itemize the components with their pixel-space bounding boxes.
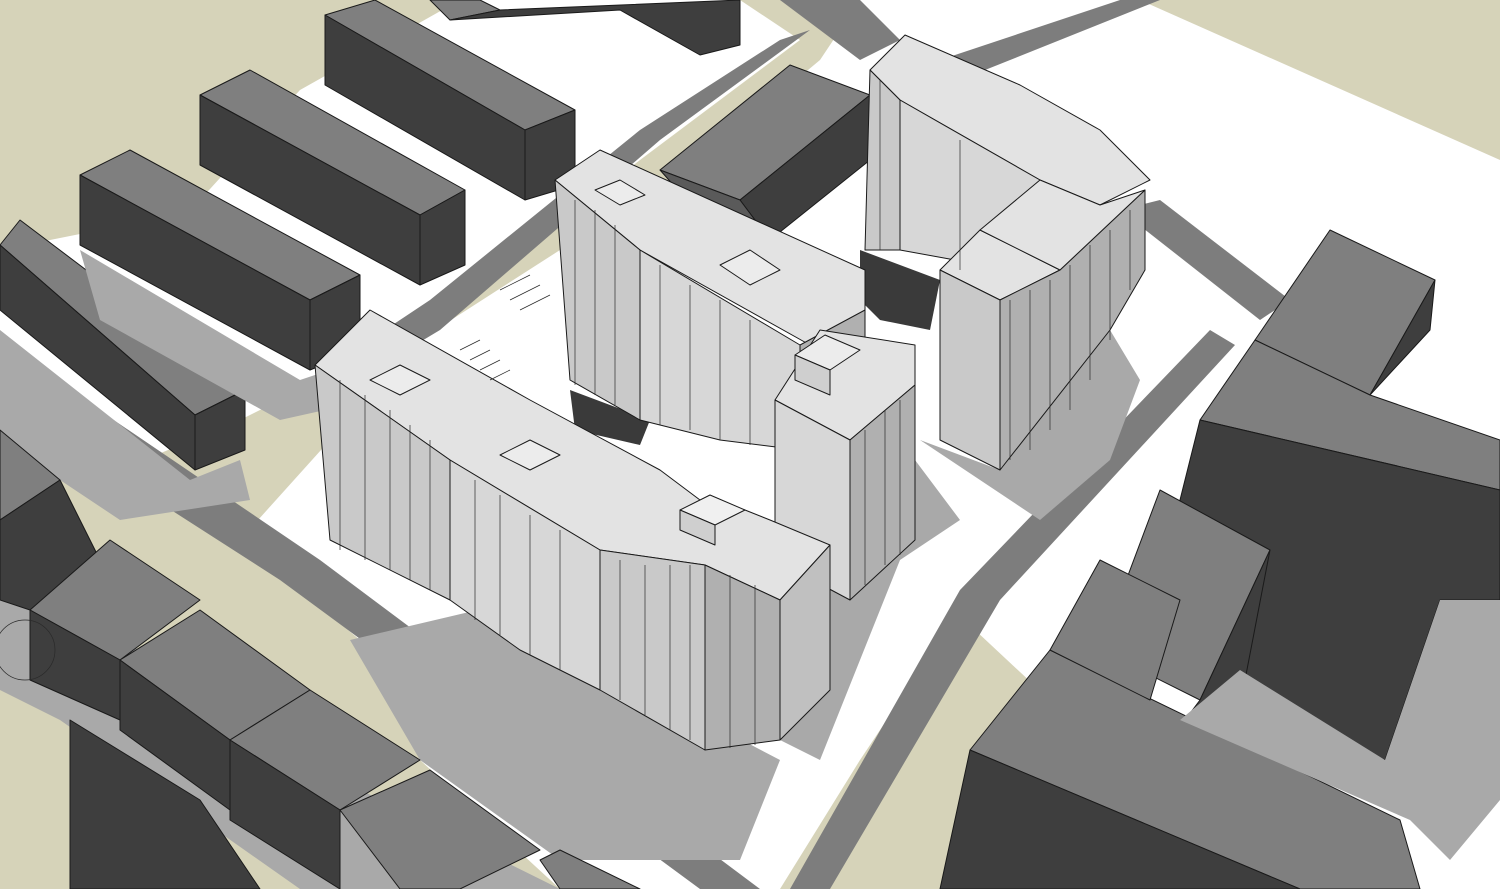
massing-model-viewport	[0, 0, 1500, 889]
